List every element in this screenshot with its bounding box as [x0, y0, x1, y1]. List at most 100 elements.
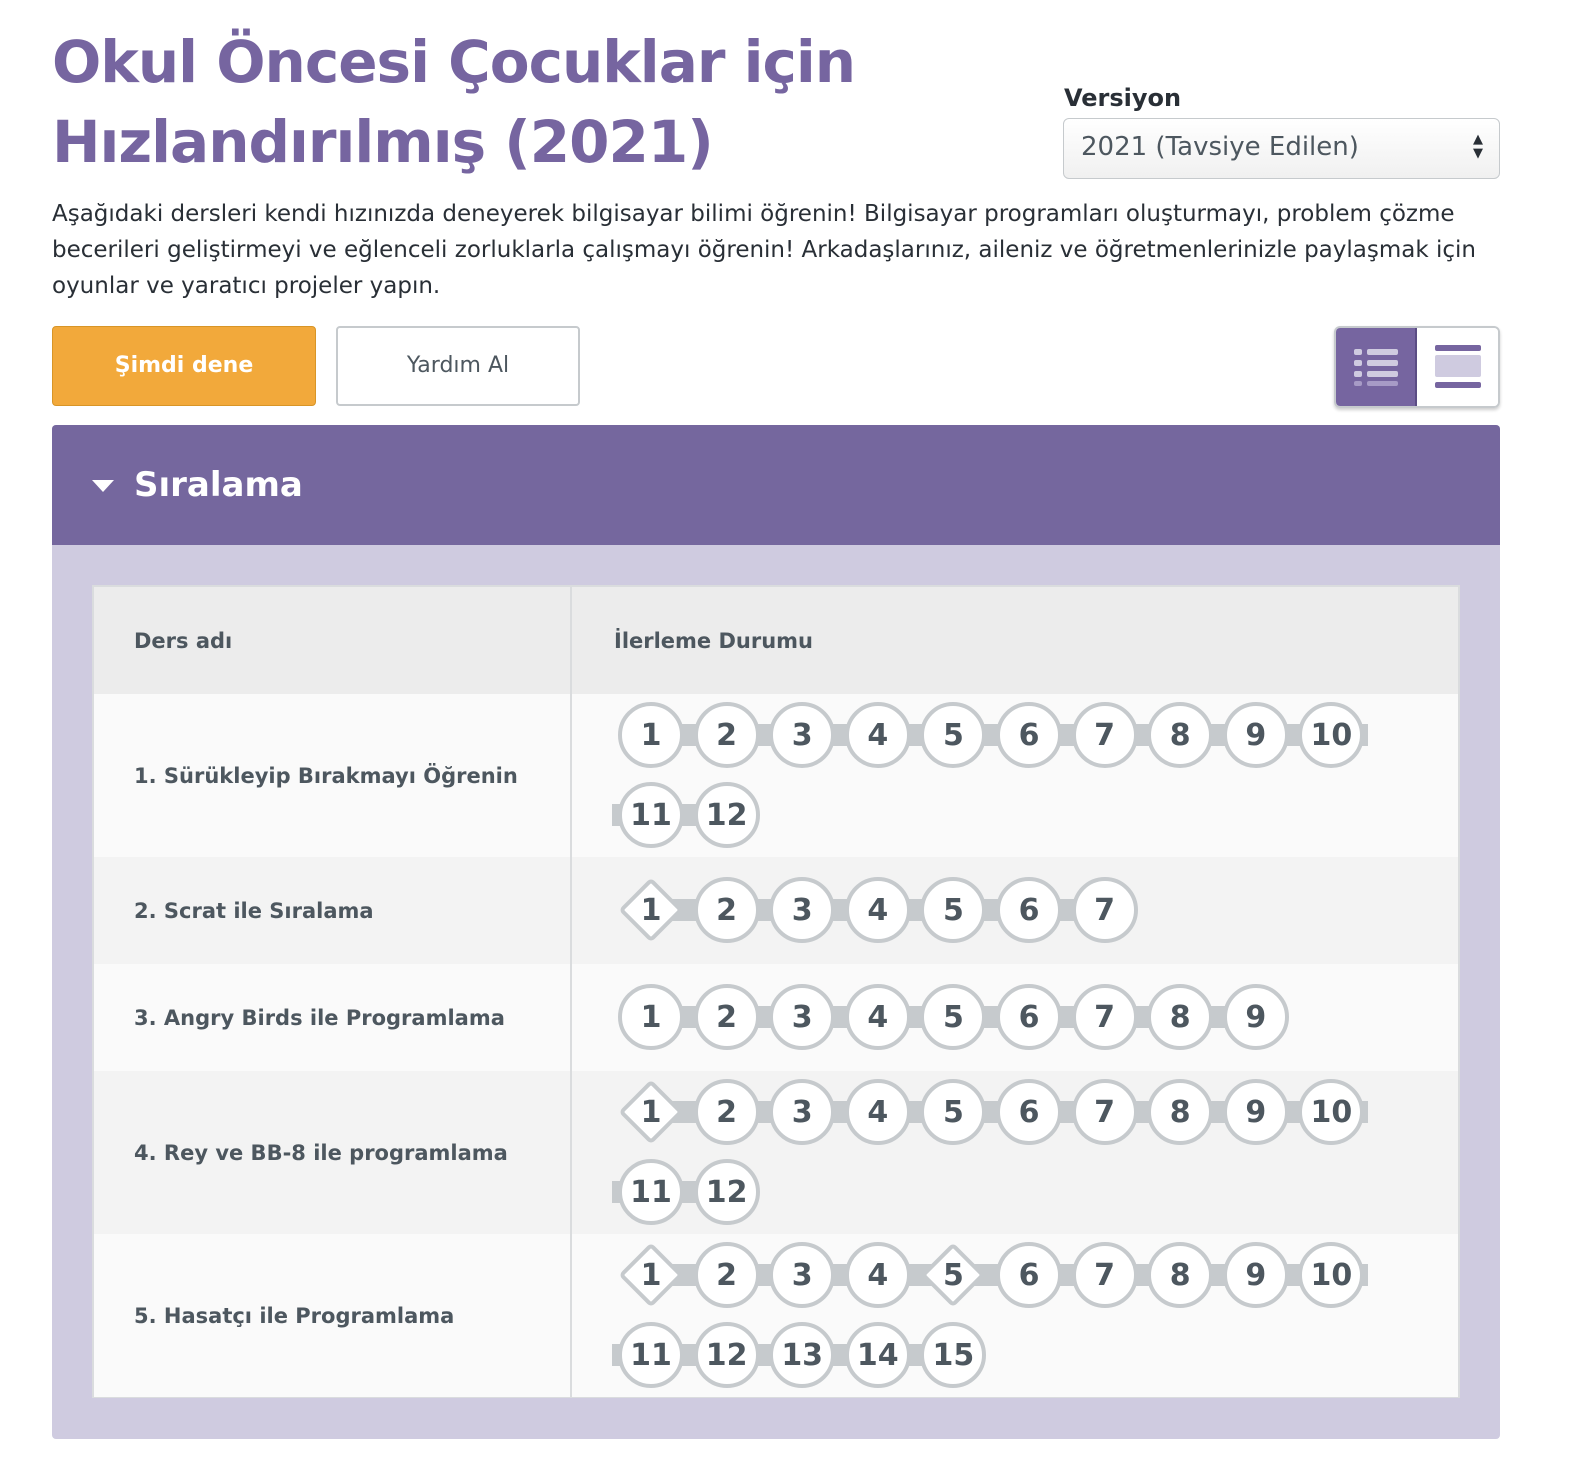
level-number: 11: [630, 1337, 672, 1373]
level-bubble[interactable]: 3: [769, 1242, 836, 1308]
level-number: 9: [1245, 1257, 1267, 1293]
level-bubble-diamond[interactable]: 5: [920, 1242, 986, 1308]
level-bubble[interactable]: 6: [996, 877, 1062, 943]
level-bubble[interactable]: 15: [920, 1322, 987, 1388]
level-bubble[interactable]: 4: [844, 877, 911, 943]
level-bubble[interactable]: 5: [920, 1079, 987, 1145]
lesson-name-link[interactable]: 4. Rey ve BB-8 ile programlama: [94, 1071, 572, 1234]
level-number: 4: [867, 1094, 889, 1130]
level-bubble[interactable]: 1: [618, 702, 684, 768]
level-bubble[interactable]: 11: [618, 1159, 684, 1225]
level-bubble[interactable]: 6: [996, 1242, 1062, 1308]
level-bubble[interactable]: 5: [920, 702, 987, 768]
list-view-button[interactable]: [1336, 328, 1418, 406]
level-number: 14: [856, 1337, 899, 1373]
unit-section: Sıralama Ders adı İlerleme Durumu 1. Sür…: [52, 425, 1500, 1439]
level-bubble[interactable]: 14: [844, 1322, 911, 1388]
level-number: 10: [1310, 717, 1353, 753]
level-bubble[interactable]: 6: [996, 984, 1062, 1050]
level-number: 4: [867, 1257, 889, 1293]
level-number: 8: [1169, 1094, 1191, 1130]
lesson-progress: 1 2 3 4 5 6 7 8 9: [574, 964, 1458, 1071]
table-row: 5. Hasatçı ile Programlama 1 2 3 4 5 6 7 8 9 10 11 1…: [94, 1234, 1458, 1397]
level-bubble[interactable]: 9: [1222, 1079, 1289, 1145]
get-help-button[interactable]: Yardım Al: [336, 326, 580, 406]
lesson-name-link[interactable]: 2. Scrat ile Sıralama: [94, 857, 572, 964]
progress-line: 11 12: [612, 1159, 1384, 1225]
card-view-button[interactable]: [1417, 328, 1498, 406]
level-bubble[interactable]: 2: [693, 1242, 760, 1308]
level-bubble[interactable]: 12: [693, 1159, 760, 1225]
level-bubble[interactable]: 13: [769, 1322, 836, 1388]
level-bubble[interactable]: 7: [1071, 877, 1138, 943]
level-bubble[interactable]: 5: [920, 877, 987, 943]
level-number: 15: [932, 1337, 975, 1373]
level-bubble[interactable]: 5: [920, 984, 987, 1050]
table-row: 2. Scrat ile Sıralama 1 2 3 4 5 6 7: [94, 857, 1458, 964]
level-bubble[interactable]: 9: [1222, 702, 1289, 768]
level-number: 2: [716, 1094, 738, 1130]
level-bubble[interactable]: 8: [1147, 1242, 1214, 1308]
level-bubble[interactable]: 7: [1071, 1242, 1138, 1308]
view-toggle: [1334, 326, 1500, 408]
column-header-lesson-name: Ders adı: [94, 587, 572, 694]
level-bubble-diamond[interactable]: 1: [618, 877, 684, 943]
lesson-name-link[interactable]: 1. Sürükleyip Bırakmayı Öğrenin: [94, 694, 572, 857]
level-bubble[interactable]: 9: [1222, 1242, 1289, 1308]
level-bubble[interactable]: 8: [1147, 984, 1214, 1050]
level-bubble[interactable]: 7: [1071, 1079, 1138, 1145]
level-bubble-diamond[interactable]: 1: [618, 1079, 684, 1145]
progress-line: 1 2 3 4 5 6 7 8 9 10: [618, 702, 1384, 768]
level-bubble[interactable]: 6: [996, 702, 1062, 768]
level-number: 12: [705, 797, 748, 833]
level-bubble[interactable]: 8: [1147, 702, 1214, 768]
level-number: 11: [630, 1174, 672, 1210]
level-bubble[interactable]: 2: [693, 702, 760, 768]
level-bubble[interactable]: 10: [1298, 1242, 1365, 1308]
level-number: 5: [942, 1094, 964, 1130]
level-number: 8: [1169, 717, 1191, 753]
level-bubble[interactable]: 7: [1071, 702, 1138, 768]
level-bubble[interactable]: 4: [844, 702, 911, 768]
level-bubble[interactable]: 3: [769, 702, 836, 768]
level-bubble[interactable]: 2: [693, 1079, 760, 1145]
section-header[interactable]: Sıralama: [52, 425, 1500, 545]
level-bubble[interactable]: 3: [769, 984, 836, 1050]
level-bubble[interactable]: 7: [1071, 984, 1138, 1050]
level-bubble[interactable]: 4: [844, 1079, 911, 1145]
lesson-name-link[interactable]: 3. Angry Birds ile Programlama: [94, 964, 572, 1071]
level-bubble[interactable]: 2: [693, 877, 760, 943]
lesson-progress: 1 2 3 4 5 6 7 8 9 10 11 12: [574, 694, 1458, 857]
level-number: 3: [791, 892, 813, 928]
table-header-row: Ders adı İlerleme Durumu: [94, 587, 1458, 694]
level-bubble[interactable]: 6: [996, 1079, 1062, 1145]
level-bubble[interactable]: 3: [769, 877, 836, 943]
level-bubble[interactable]: 3: [769, 1079, 836, 1145]
level-bubble[interactable]: 12: [693, 782, 760, 848]
level-bubble[interactable]: 9: [1222, 984, 1289, 1050]
lesson-name-link[interactable]: 5. Hasatçı ile Programlama: [94, 1234, 572, 1397]
version-select[interactable]: 2021 (Tavsiye Edilen) ▲ ▼: [1063, 118, 1500, 179]
level-number: 13: [781, 1337, 824, 1373]
level-bubble[interactable]: 8: [1147, 1079, 1214, 1145]
section-title: Sıralama: [134, 465, 303, 505]
level-number: 12: [705, 1174, 748, 1210]
level-bubble[interactable]: 1: [618, 984, 684, 1050]
level-bubble[interactable]: 11: [618, 1322, 684, 1388]
level-bubble-diamond[interactable]: 1: [618, 1242, 684, 1308]
level-bubble[interactable]: 4: [844, 1242, 911, 1308]
level-number: 1: [640, 892, 662, 928]
level-number: 10: [1310, 1257, 1353, 1293]
try-now-button[interactable]: Şimdi dene: [52, 326, 316, 406]
level-number: 3: [791, 717, 813, 753]
level-number: 6: [1018, 892, 1040, 928]
level-bubble[interactable]: 2: [693, 984, 760, 1050]
level-number: 7: [1094, 999, 1116, 1035]
level-bubble[interactable]: 11: [618, 782, 684, 848]
level-bubble[interactable]: 10: [1298, 1079, 1365, 1145]
level-number: 9: [1245, 1094, 1267, 1130]
level-bubble[interactable]: 10: [1298, 702, 1365, 768]
level-bubble[interactable]: 12: [693, 1322, 760, 1388]
level-bubble[interactable]: 4: [844, 984, 911, 1050]
progress-line: 11 12: [612, 782, 1384, 848]
